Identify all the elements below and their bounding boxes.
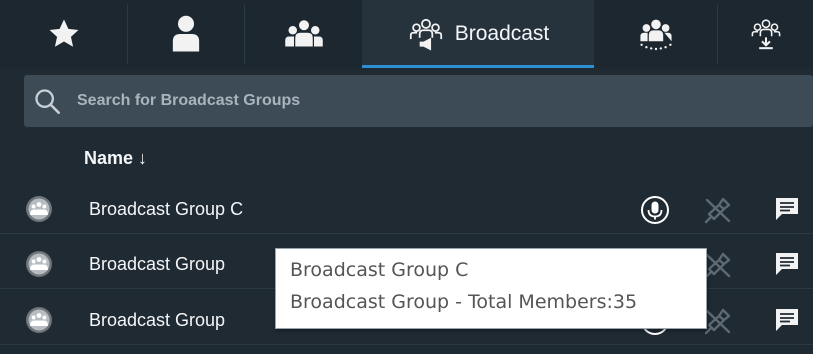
search-icon (35, 89, 60, 114)
microphone-icon[interactable] (640, 195, 670, 225)
group-name: Broadcast Group C (89, 199, 244, 219)
tooltip-title: Broadcast Group C (290, 259, 469, 281)
name-column-header[interactable]: Name ↓ (84, 138, 147, 178)
group-name: Broadcast Group (89, 310, 226, 330)
tab-contacts[interactable] (128, 0, 244, 68)
tab-broadcast-label: Broadcast (454, 22, 550, 45)
group-name: Broadcast Group (89, 254, 226, 274)
group-avatar-icon (26, 307, 52, 333)
pin-off-icon[interactable] (703, 195, 733, 225)
conference-group-icon (639, 19, 672, 51)
group-icon (284, 20, 323, 47)
pin-off-icon[interactable] (703, 250, 733, 280)
broadcast-group-icon (409, 18, 442, 51)
tab-conference[interactable] (594, 0, 717, 68)
group-avatar-icon (26, 251, 52, 277)
group-avatar-icon (26, 196, 52, 222)
chat-icon[interactable] (773, 250, 801, 278)
star-icon (49, 19, 78, 47)
search-input[interactable]: Search for Broadcast Groups (77, 75, 300, 127)
tooltip-detail: Broadcast Group - Total Members:35 (290, 291, 638, 313)
search-bar[interactable]: Search for Broadcast Groups (24, 75, 813, 127)
chat-icon[interactable] (773, 306, 801, 334)
tab-bar: Broadcast (0, 0, 813, 68)
group-tooltip: Broadcast Group C Broadcast Group - Tota… (275, 248, 707, 329)
list-item[interactable]: Broadcast Group C (0, 185, 813, 234)
person-icon (172, 15, 200, 52)
pin-off-icon[interactable] (703, 306, 733, 336)
tab-import[interactable] (718, 0, 813, 68)
tab-groups[interactable] (245, 0, 362, 68)
tab-favorites[interactable] (0, 0, 127, 68)
tab-broadcast[interactable]: Broadcast (362, 0, 594, 68)
chat-icon[interactable] (773, 195, 801, 223)
group-download-icon (751, 19, 780, 50)
